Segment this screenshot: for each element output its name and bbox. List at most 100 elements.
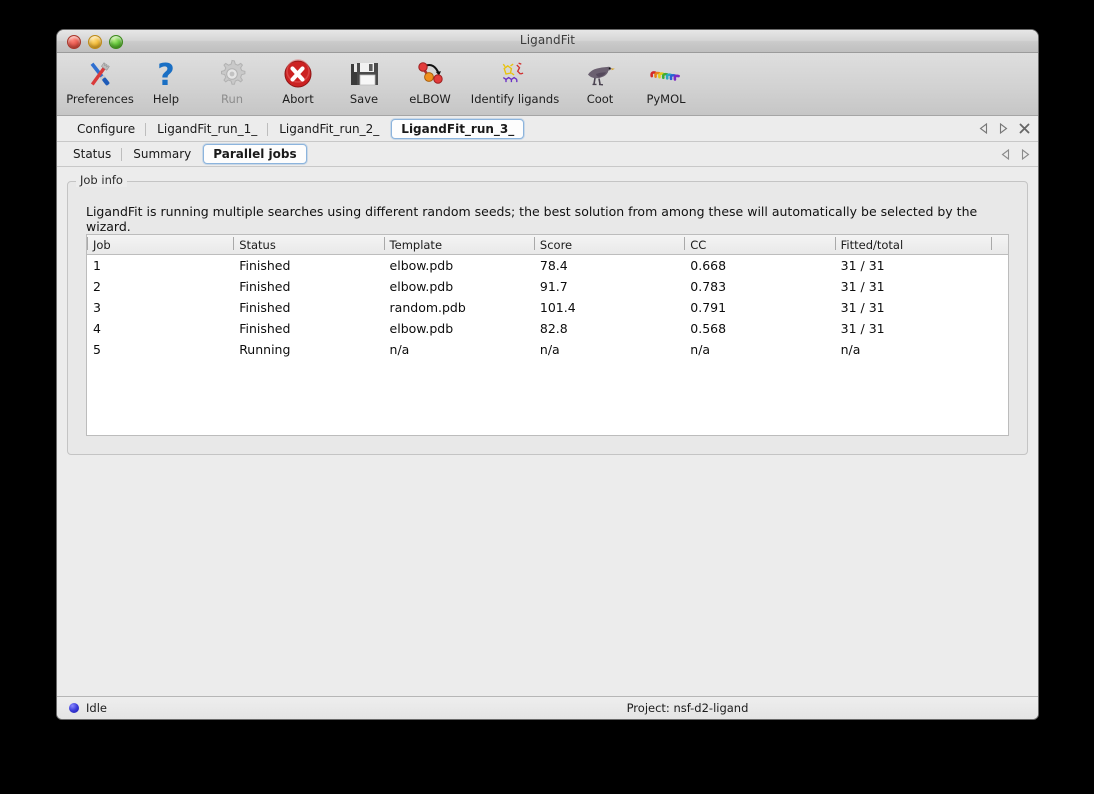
ligand-structure-icon bbox=[497, 57, 533, 91]
cell-template: elbow.pdb bbox=[384, 255, 534, 277]
cell-cc: n/a bbox=[684, 339, 834, 360]
tab-ligandfit-run-1[interactable]: LigandFit_run_1_ bbox=[147, 119, 267, 139]
job-info-groupbox: Job info LigandFit is running multiple s… bbox=[67, 181, 1028, 455]
parallel-jobs-table-container[interactable]: Job Status Template Score CC Fitted/tota… bbox=[86, 234, 1009, 436]
toolbar-label-run: Run bbox=[221, 92, 243, 106]
tab-parallel-jobs[interactable]: Parallel jobs bbox=[203, 144, 306, 164]
column-header-extra[interactable] bbox=[991, 235, 1008, 255]
parallel-jobs-table: Job Status Template Score CC Fitted/tota… bbox=[87, 235, 1008, 360]
project-label: Project: nsf-d2-ligand bbox=[57, 701, 1038, 715]
cell-status: Finished bbox=[233, 297, 383, 318]
cell-cc: 0.668 bbox=[684, 255, 834, 277]
table-row[interactable]: 2 Finished elbow.pdb 91.7 0.783 31 / 31 bbox=[87, 276, 1008, 297]
cell-template: elbow.pdb bbox=[384, 318, 534, 339]
column-header-job[interactable]: Job bbox=[87, 235, 233, 255]
cell-job: 1 bbox=[87, 255, 233, 277]
cell-template: random.pdb bbox=[384, 297, 534, 318]
cell-extra bbox=[991, 339, 1008, 360]
triangle-left-icon[interactable] bbox=[1001, 149, 1010, 160]
toolbar-button-help[interactable]: ? Help bbox=[133, 53, 199, 106]
sub-tab-nav bbox=[1001, 142, 1030, 166]
main-tab-bar: Configure LigandFit_run_1_ LigandFit_run… bbox=[57, 116, 1038, 142]
cell-status: Finished bbox=[233, 255, 383, 277]
toolbar-label-preferences: Preferences bbox=[66, 92, 134, 106]
table-row[interactable]: 5 Running n/a n/a n/a n/a bbox=[87, 339, 1008, 360]
cell-status: Finished bbox=[233, 318, 383, 339]
floppy-disk-icon bbox=[346, 57, 382, 91]
cell-extra bbox=[991, 318, 1008, 339]
svg-text:?: ? bbox=[157, 58, 174, 90]
toolbar-button-save[interactable]: Save bbox=[331, 53, 397, 106]
tab-ligandfit-run-2[interactable]: LigandFit_run_2_ bbox=[269, 119, 389, 139]
table-header-row: Job Status Template Score CC Fitted/tota… bbox=[87, 235, 1008, 255]
cell-fitted-total: 31 / 31 bbox=[835, 297, 992, 318]
question-mark-icon: ? bbox=[148, 57, 184, 91]
job-info-description: LigandFit is running multiple searches u… bbox=[86, 204, 1009, 234]
toolbar-label-pymol: PyMOL bbox=[646, 92, 685, 106]
column-header-status[interactable]: Status bbox=[233, 235, 383, 255]
toolbar-label-save: Save bbox=[350, 92, 378, 106]
toolbar-button-elbow[interactable]: eLBOW bbox=[397, 53, 463, 106]
toolbar-button-coot[interactable]: Coot bbox=[567, 53, 633, 106]
triangle-right-icon[interactable] bbox=[1021, 149, 1030, 160]
column-header-cc[interactable]: CC bbox=[684, 235, 834, 255]
column-header-template[interactable]: Template bbox=[384, 235, 534, 255]
table-row[interactable]: 3 Finished random.pdb 101.4 0.791 31 / 3… bbox=[87, 297, 1008, 318]
table-row[interactable]: 1 Finished elbow.pdb 78.4 0.668 31 / 31 bbox=[87, 255, 1008, 277]
cell-job: 2 bbox=[87, 276, 233, 297]
close-x-icon[interactable] bbox=[1019, 123, 1030, 134]
ligandfit-window: LigandFit bbox=[57, 30, 1038, 719]
cell-cc: 0.791 bbox=[684, 297, 834, 318]
cell-status: Finished bbox=[233, 276, 383, 297]
window-titlebar: LigandFit bbox=[57, 30, 1038, 53]
cell-extra bbox=[991, 255, 1008, 277]
window-title: LigandFit bbox=[57, 33, 1038, 47]
main-toolbar: Preferences ? Help bbox=[57, 53, 1038, 116]
toolbar-label-elbow: eLBOW bbox=[409, 92, 451, 106]
cell-score: 91.7 bbox=[534, 276, 684, 297]
molecule-arrow-icon bbox=[412, 57, 448, 91]
column-header-score[interactable]: Score bbox=[534, 235, 684, 255]
cell-score: n/a bbox=[534, 339, 684, 360]
toolbar-label-abort: Abort bbox=[282, 92, 313, 106]
cell-extra bbox=[991, 297, 1008, 318]
cell-template: elbow.pdb bbox=[384, 276, 534, 297]
toolbar-button-run[interactable]: Run bbox=[199, 53, 265, 106]
toolbar-button-preferences[interactable]: Preferences bbox=[67, 53, 133, 106]
triangle-left-icon[interactable] bbox=[979, 123, 988, 134]
cell-job: 3 bbox=[87, 297, 233, 318]
main-tab-nav bbox=[979, 116, 1030, 141]
cell-template: n/a bbox=[384, 339, 534, 360]
toolbar-button-abort[interactable]: Abort bbox=[265, 53, 331, 106]
desktop-background: LigandFit bbox=[0, 0, 1094, 794]
bird-icon bbox=[582, 57, 618, 91]
cell-fitted-total: 31 / 31 bbox=[835, 318, 992, 339]
cell-job: 5 bbox=[87, 339, 233, 360]
toolbar-label-coot: Coot bbox=[587, 92, 614, 106]
tools-icon bbox=[82, 57, 118, 91]
cell-fitted-total: 31 / 31 bbox=[835, 276, 992, 297]
table-row[interactable]: 4 Finished elbow.pdb 82.8 0.568 31 / 31 bbox=[87, 318, 1008, 339]
tab-status[interactable]: Status bbox=[63, 144, 121, 164]
cell-fitted-total: 31 / 31 bbox=[835, 255, 992, 277]
tab-configure[interactable]: Configure bbox=[67, 119, 145, 139]
job-info-label: Job info bbox=[76, 173, 127, 187]
tab-ligandfit-run-3[interactable]: LigandFit_run_3_ bbox=[391, 119, 524, 139]
status-bar: Idle Project: nsf-d2-ligand bbox=[57, 696, 1038, 719]
stop-x-icon bbox=[280, 57, 316, 91]
content-area: Job info LigandFit is running multiple s… bbox=[57, 167, 1038, 696]
cell-cc: 0.568 bbox=[684, 318, 834, 339]
toolbar-button-pymol[interactable]: PyMOL bbox=[633, 53, 699, 106]
cell-fitted-total: n/a bbox=[835, 339, 992, 360]
triangle-right-icon[interactable] bbox=[999, 123, 1008, 134]
cell-score: 101.4 bbox=[534, 297, 684, 318]
cell-score: 82.8 bbox=[534, 318, 684, 339]
tab-summary[interactable]: Summary bbox=[123, 144, 201, 164]
cell-status: Running bbox=[233, 339, 383, 360]
cell-score: 78.4 bbox=[534, 255, 684, 277]
cell-job: 4 bbox=[87, 318, 233, 339]
column-header-fitted-total[interactable]: Fitted/total bbox=[835, 235, 992, 255]
toolbar-button-identify-ligands[interactable]: Identify ligands bbox=[463, 53, 567, 106]
gear-icon bbox=[214, 57, 250, 91]
toolbar-label-identify-ligands: Identify ligands bbox=[471, 92, 559, 106]
